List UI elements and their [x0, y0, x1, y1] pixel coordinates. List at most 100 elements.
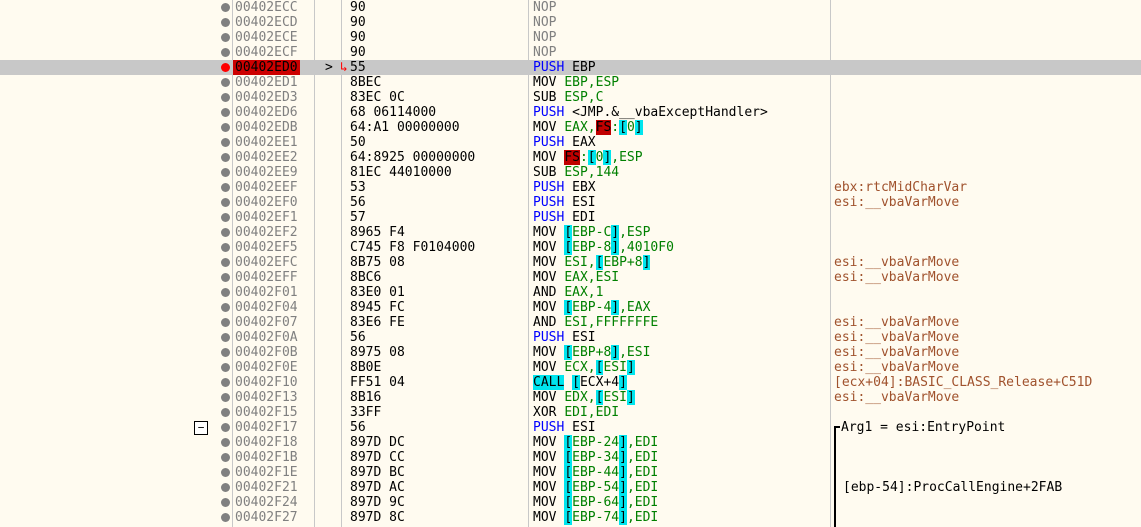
- breakpoint-dot-icon[interactable]: [221, 438, 230, 447]
- disasm-row[interactable]: 00402ED6 68 06114000 PUSH <JMP.&__vbaExcep…: [0, 105, 1141, 120]
- collapse-toggle-icon[interactable]: −: [194, 421, 208, 435]
- disasm-row[interactable]: 00402EDB 64:A1 00000000 MOV EAX,FS:[0]: [0, 120, 1141, 135]
- address-cell: 00402F21: [235, 480, 298, 495]
- disasm-row[interactable]: 00402EF0 56 PUSH ESI esi:__vbaVarMove: [0, 195, 1141, 210]
- breakpoint-dot-icon[interactable]: [221, 123, 230, 132]
- breakpoint-dot-icon[interactable]: [221, 333, 230, 342]
- disasm-row[interactable]: 00402F1E 897D BC MOV [EBP-44],EDI: [0, 465, 1141, 480]
- disasm-row[interactable]: 00402EE9 81EC 44010000 SUB ESP,144: [0, 165, 1141, 180]
- disasm-row[interactable]: 00402F15 33FF XOR EDI,EDI: [0, 405, 1141, 420]
- breakpoint-dot-icon[interactable]: [221, 378, 230, 387]
- breakpoint-dot-icon[interactable]: [221, 108, 230, 117]
- disasm-row[interactable]: 00402EFC 8B75 08 MOV ESI,[EBP+8] esi:__vbaV…: [0, 255, 1141, 270]
- breakpoint-dot-icon[interactable]: [221, 303, 230, 312]
- disasm-row[interactable]: 00402F04 8945 FC MOV [EBP-4],EAX: [0, 300, 1141, 315]
- address-cell: 00402EDB: [235, 120, 298, 135]
- disasm-row[interactable]: 00402F10 FF51 04 CALL [ECX+4] [ecx+04]:BASI…: [0, 375, 1141, 390]
- breakpoint-dot-icon[interactable]: [221, 408, 230, 417]
- disasm-row[interactable]: 00402F18 897D DC MOV [EBP-24],EDI: [0, 435, 1141, 450]
- operand-text: ESP,C: [564, 90, 604, 105]
- bracket-open: [: [564, 345, 573, 360]
- disasm-row[interactable]: 00402EF5 C745 F8 F0104000 MOV [EBP-8],4010…: [0, 240, 1141, 255]
- disasm-row[interactable]: 00402EFF 8BC6 MOV EAX,ESI esi:__vbaVarMove: [0, 270, 1141, 285]
- breakpoint-dot-icon[interactable]: [221, 198, 230, 207]
- mnemonic-spacer: [564, 420, 572, 435]
- address-cell: 00402EE2: [235, 150, 298, 165]
- breakpoint-dot-icon[interactable]: [221, 363, 230, 372]
- breakpoint-dot-icon[interactable]: [221, 348, 230, 357]
- mnemonic-spacer: [564, 330, 572, 345]
- breakpoint-dot-icon[interactable]: [221, 3, 230, 12]
- disasm-row[interactable]: 00402ED3 83EC 0C SUB ESP,C: [0, 90, 1141, 105]
- breakpoint-dot-icon[interactable]: [221, 213, 230, 222]
- operand-text: <JMP.&__vbaExceptHandler>: [572, 105, 768, 120]
- breakpoint-dot-icon[interactable]: [221, 168, 230, 177]
- mnemonic-spacer: [564, 105, 572, 120]
- address-cell: 00402EF5: [235, 240, 298, 255]
- disasm-row[interactable]: 00402F17 56 PUSH ESI Arg1 = esi:EntryPoint: [0, 420, 1141, 435]
- disasm-row[interactable]: 00402ED0 > ↳ 55 PUSH EBP: [0, 60, 1141, 75]
- breakpoint-dot-icon[interactable]: [221, 93, 230, 102]
- disasm-row[interactable]: 00402ECE 90 NOP: [0, 30, 1141, 45]
- breakpoint-dot-icon[interactable]: [221, 48, 230, 57]
- breakpoint-dot-icon[interactable]: [221, 258, 230, 267]
- breakpoint-dot-icon[interactable]: [221, 423, 230, 432]
- mnemonic: MOV: [533, 225, 557, 240]
- disasm-row[interactable]: 00402ECC 90 NOP: [0, 0, 1141, 15]
- disasm-row[interactable]: 00402ECD 90 NOP: [0, 15, 1141, 30]
- disasm-row[interactable]: 00402EE1 50 PUSH EAX: [0, 135, 1141, 150]
- disasm-row[interactable]: 00402EF2 8965 F4 MOV [EBP-C],ESP: [0, 225, 1141, 240]
- opcode-bytes: 897D CC: [350, 450, 405, 465]
- mnemonic: MOV: [533, 435, 557, 450]
- comment: esi:__vbaVarMove: [834, 270, 960, 285]
- disasm-row[interactable]: 00402F24 897D 9C MOV [EBP-64],EDI: [0, 495, 1141, 510]
- instruction: MOV [EBP+8],ESI: [533, 345, 650, 360]
- breakpoint-dot-icon[interactable]: [221, 183, 230, 192]
- disasm-row[interactable]: 00402F1B 897D CC MOV [EBP-34],EDI: [0, 450, 1141, 465]
- breakpoint-active-icon[interactable]: [221, 63, 230, 72]
- breakpoint-dot-icon[interactable]: [221, 498, 230, 507]
- instruction: MOV [EBP-74],EDI: [533, 510, 658, 525]
- comment: esi:__vbaVarMove: [834, 315, 960, 330]
- opcode-bytes: 56: [350, 195, 366, 210]
- operand-text: ,ESP: [611, 150, 643, 165]
- bracket-close: ]: [634, 120, 643, 135]
- breakpoint-dot-icon[interactable]: [221, 513, 230, 522]
- breakpoint-dot-icon[interactable]: [221, 393, 230, 402]
- instruction: AND ESI,FFFFFFFE: [533, 315, 658, 330]
- breakpoint-dot-icon[interactable]: [221, 138, 230, 147]
- breakpoint-dot-icon[interactable]: [221, 483, 230, 492]
- opcode-bytes: 8965 F4: [350, 225, 405, 240]
- disasm-row[interactable]: 00402F0E 8B0E MOV ECX,[ESI] esi:__vbaVarMov…: [0, 360, 1141, 375]
- disasm-row[interactable]: 00402ED1 8BEC MOV EBP,ESP: [0, 75, 1141, 90]
- breakpoint-dot-icon[interactable]: [221, 78, 230, 87]
- disasm-row[interactable]: 00402F21 897D AC MOV [EBP-54],EDI [ebp-54]:…: [0, 480, 1141, 495]
- disasm-row[interactable]: 00402EEF 53 PUSH EBX ebx:rtcMidCharVar: [0, 180, 1141, 195]
- breakpoint-dot-icon[interactable]: [221, 453, 230, 462]
- disasm-row[interactable]: 00402F0B 8975 08 MOV [EBP+8],ESI esi:__vbaV…: [0, 345, 1141, 360]
- breakpoint-dot-icon[interactable]: [221, 33, 230, 42]
- breakpoint-dot-icon[interactable]: [221, 273, 230, 282]
- breakpoint-dot-icon[interactable]: [221, 468, 230, 477]
- disasm-row[interactable]: 00402F13 8B16 MOV EDX,[ESI] esi:__vbaVarMov…: [0, 390, 1141, 405]
- disasm-row[interactable]: 00402F01 83E0 01 AND EAX,1: [0, 285, 1141, 300]
- breakpoint-dot-icon[interactable]: [221, 153, 230, 162]
- mnemonic: MOV: [533, 480, 557, 495]
- disasm-row[interactable]: 00402F27 897D 8C MOV [EBP-74],EDI: [0, 510, 1141, 525]
- disassembly-pane[interactable]: 00402ECC 90 NOP 00402ECD 90 NOP 00402ECE 90 NOP 0…: [0, 0, 1141, 527]
- operand-text: EDI: [572, 210, 596, 225]
- opcode-bytes: 83E0 01: [350, 285, 405, 300]
- disasm-row[interactable]: 00402EF1 57 PUSH EDI: [0, 210, 1141, 225]
- disasm-row[interactable]: 00402EE2 64:8925 00000000 MOV FS:[0],ESP: [0, 150, 1141, 165]
- disasm-row[interactable]: 00402ECF 90 NOP: [0, 45, 1141, 60]
- breakpoint-dot-icon[interactable]: [221, 18, 230, 27]
- disasm-row[interactable]: 00402F07 83E6 FE AND ESI,FFFFFFFE esi:__vba…: [0, 315, 1141, 330]
- bracket-open: [: [564, 240, 573, 255]
- breakpoint-dot-icon[interactable]: [221, 318, 230, 327]
- breakpoint-dot-icon[interactable]: [221, 228, 230, 237]
- breakpoint-dot-icon[interactable]: [221, 243, 230, 252]
- disasm-row[interactable]: 00402F0A 56 PUSH ESI esi:__vbaVarMove: [0, 330, 1141, 345]
- mnemonic: PUSH: [533, 420, 565, 435]
- opcode-bytes: 83EC 0C: [350, 90, 405, 105]
- breakpoint-dot-icon[interactable]: [221, 288, 230, 297]
